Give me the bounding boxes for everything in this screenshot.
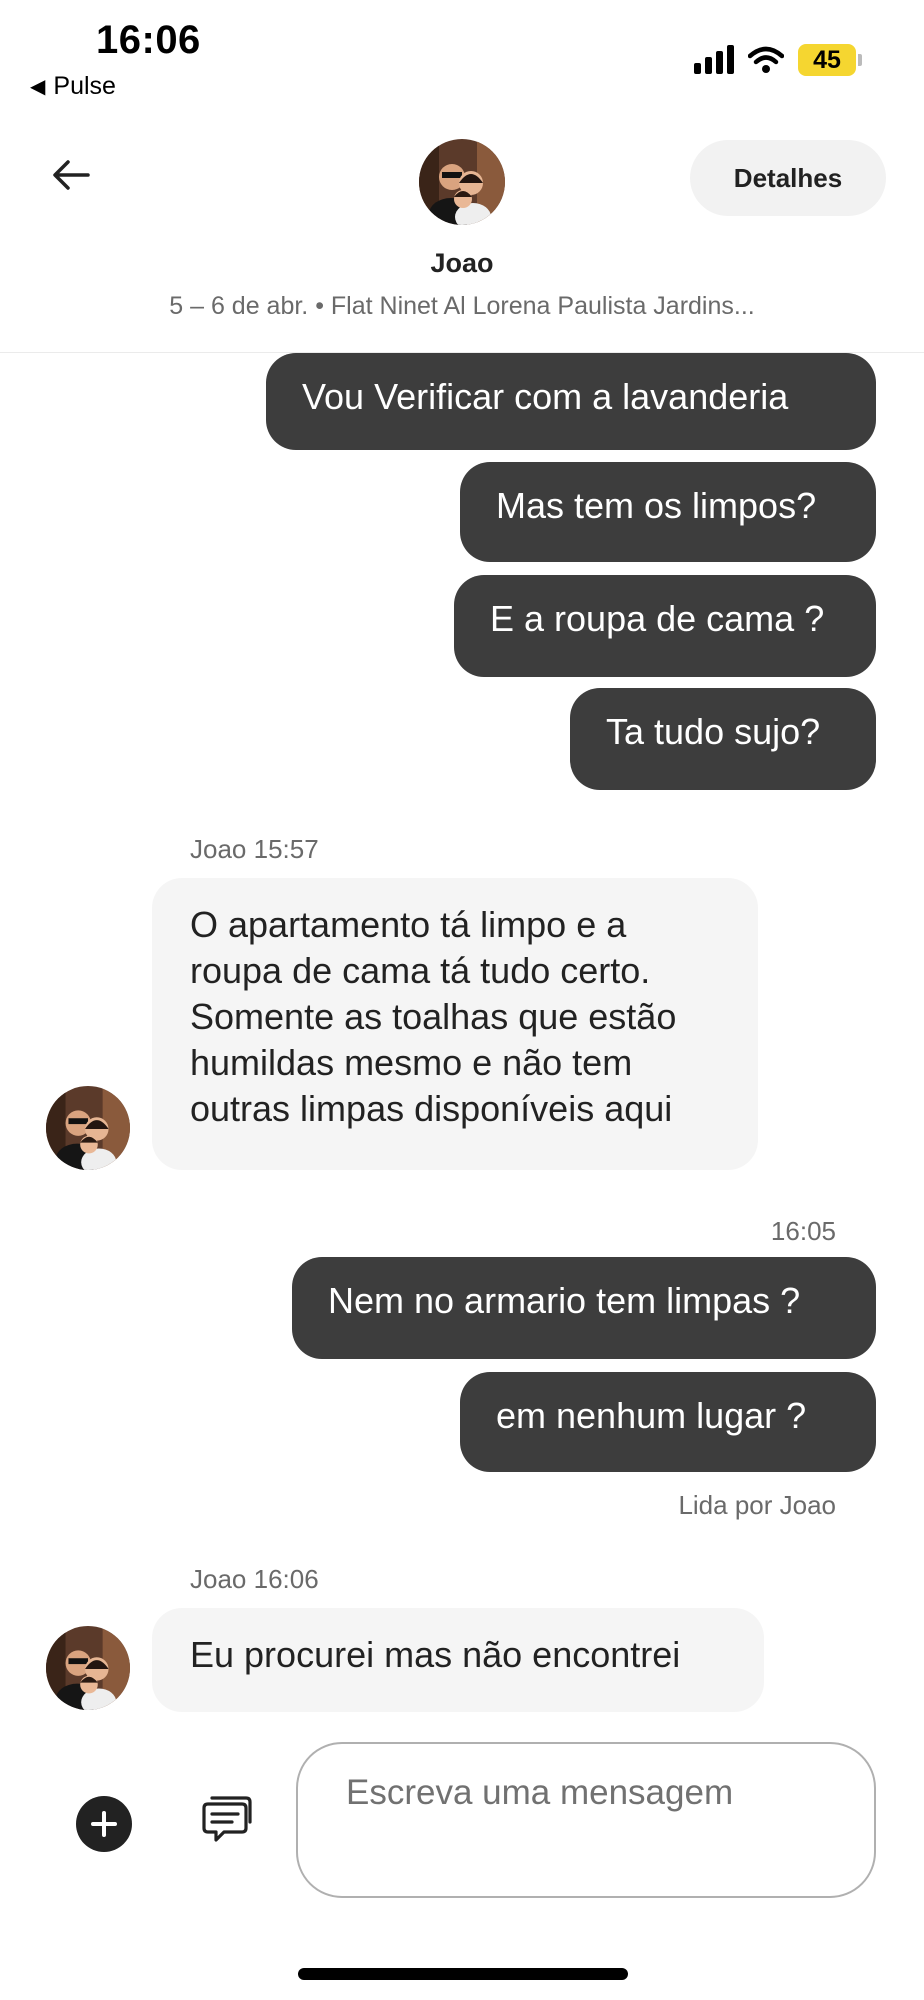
- back-app-label: Pulse: [53, 72, 116, 100]
- message-line: Somente as toalhas que estão: [190, 996, 677, 1037]
- quick-replies-button[interactable]: [198, 1790, 258, 1850]
- message-line: O apartamento tá limpo e a: [190, 904, 627, 945]
- host-avatar-small[interactable]: [46, 1086, 130, 1170]
- trip-info: 5 – 6 de abr. • Flat Ninet Al Lorena Pau…: [169, 292, 755, 320]
- home-indicator[interactable]: [298, 1968, 628, 1980]
- message-line: outras limpas disponíveis aqui: [190, 1088, 673, 1129]
- back-triangle-icon: ◀: [30, 76, 46, 98]
- status-indicators: 45: [694, 44, 862, 76]
- message-outgoing: em nenhum lugar ?: [460, 1372, 876, 1472]
- message-outgoing: Ta tudo sujo?: [570, 688, 876, 790]
- back-button[interactable]: [46, 150, 96, 200]
- host-avatar[interactable]: [419, 139, 505, 225]
- message-incoming: O apartamento tá limpo e a roupa de cama…: [152, 878, 758, 1170]
- wifi-icon: [748, 46, 784, 73]
- battery-level: 45: [798, 44, 856, 76]
- arrow-left-icon: [53, 160, 90, 190]
- message-outgoing: Vou Verificar com a lavanderia: [266, 353, 876, 450]
- message-meta: Joao 15:57: [190, 834, 319, 864]
- message-outgoing: Nem no armario tem limpas ?: [292, 1257, 876, 1359]
- message-outgoing: Mas tem os limpos?: [460, 462, 876, 562]
- message-incoming: Eu procurei mas não encontrei: [152, 1608, 764, 1712]
- battery-icon: 45: [798, 44, 862, 76]
- chat-templates-icon: [202, 1796, 252, 1842]
- message-meta: Joao 16:06: [190, 1564, 319, 1594]
- host-avatar-small[interactable]: [46, 1626, 130, 1710]
- message-timestamp: 16:05: [770, 1216, 836, 1246]
- status-time: 16:06: [96, 18, 201, 62]
- message-line: roupa de cama tá tudo certo.: [190, 950, 651, 991]
- back-to-app-link[interactable]: ◀ Pulse: [30, 72, 116, 101]
- read-receipt: Lida por Joao: [678, 1490, 836, 1520]
- add-attachment-button[interactable]: [76, 1796, 132, 1852]
- host-name: Joao: [430, 248, 494, 278]
- details-button[interactable]: Detalhes: [690, 140, 886, 216]
- message-input[interactable]: [296, 1742, 876, 1898]
- message-line: humildas mesmo e não tem: [190, 1042, 633, 1083]
- signal-icon: [694, 45, 734, 74]
- message-outgoing: E a roupa de cama ?: [454, 575, 876, 677]
- plus-circle-icon: [91, 1811, 117, 1837]
